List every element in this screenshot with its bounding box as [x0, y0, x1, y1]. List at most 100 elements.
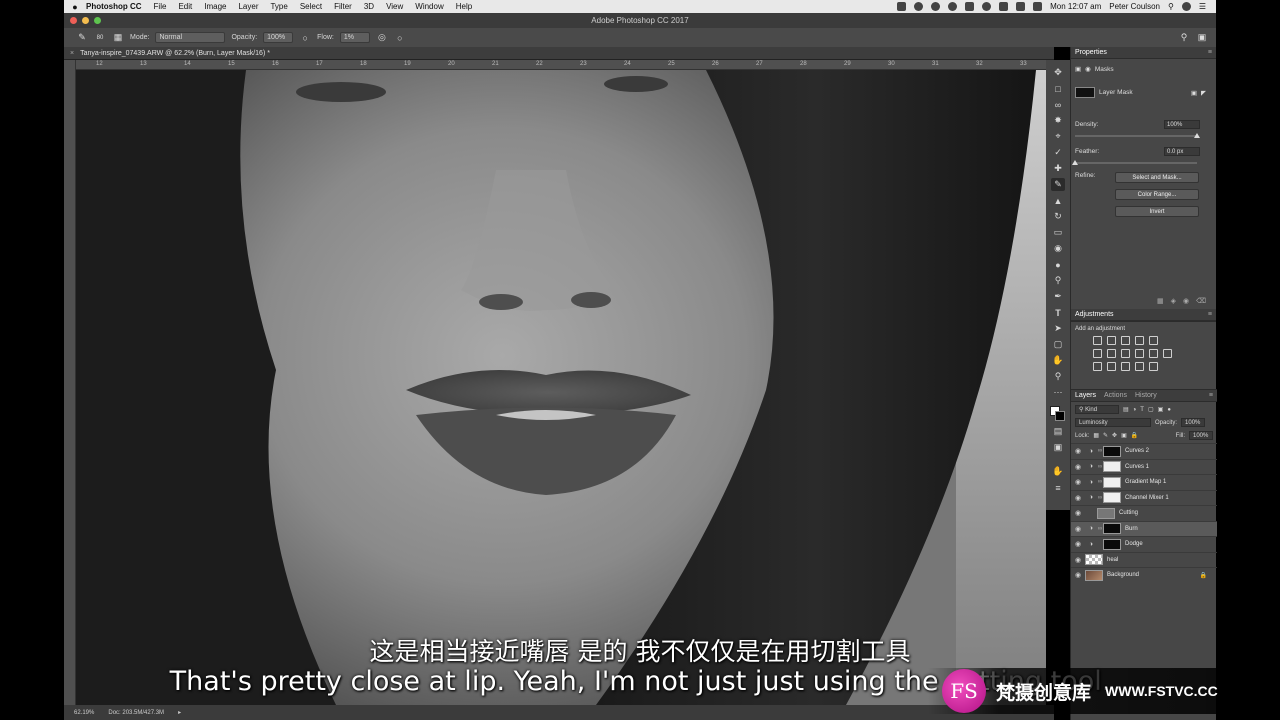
density-slider-knob[interactable] [1194, 133, 1200, 138]
brush-tool-preset-icon[interactable]: ✎ [76, 32, 88, 44]
menu-type[interactable]: Type [270, 2, 287, 11]
lasso-tool-icon[interactable]: ∞ [1051, 98, 1065, 111]
menu-select[interactable]: Select [300, 2, 322, 11]
layer-mask-thumb[interactable] [1103, 445, 1121, 457]
paint-bucket-tool-icon[interactable]: ◉ [1051, 242, 1065, 255]
airbrush-icon[interactable]: ◎ [376, 32, 388, 44]
lock-artboard-icon[interactable]: ▣ [1121, 432, 1127, 439]
visibility-eye-icon[interactable]: ◉ [1071, 494, 1085, 502]
history-brush-tool-icon[interactable]: ↻ [1051, 210, 1065, 223]
ruler-horizontal[interactable]: 12 13 14 15 16 17 18 19 20 21 22 23 24 2… [76, 60, 1046, 70]
menu-layer[interactable]: Layer [238, 2, 258, 11]
filter-pixel-icon[interactable]: ▤ [1123, 406, 1129, 413]
apple-menu-icon[interactable]: ● [64, 2, 86, 12]
layer-mask-thumbnail[interactable] [1075, 87, 1095, 98]
close-window-button[interactable] [70, 17, 77, 24]
layer-thumb[interactable] [1085, 569, 1103, 581]
filter-shape-icon[interactable]: ▢ [1148, 406, 1154, 413]
menu-3d[interactable]: 3D [364, 2, 374, 11]
filter-adjustment-icon[interactable]: ◑ [1133, 407, 1137, 413]
filter-toggle-icon[interactable]: ● [1167, 407, 1171, 413]
search-icon[interactable]: ⚲ [1178, 32, 1190, 44]
visibility-eye-icon[interactable]: ◉ [1071, 509, 1085, 517]
gradient-map-icon[interactable] [1135, 362, 1144, 371]
lock-position-icon[interactable]: ✥ [1112, 432, 1117, 439]
disable-mask-icon[interactable]: ◉ [1183, 297, 1189, 305]
menu-edit[interactable]: Edit [178, 2, 192, 11]
crop-tool-icon[interactable]: ⌖ [1051, 130, 1065, 143]
invert-adj-icon[interactable] [1093, 362, 1102, 371]
black-white-icon[interactable] [1121, 349, 1130, 358]
layer-row-curves-2[interactable]: ◉ ◑ ∞ Curves 2 [1071, 443, 1217, 459]
sliders-panel-icon[interactable]: ≡ [1051, 481, 1065, 494]
adjustments-menu-icon[interactable]: ≡ [1208, 311, 1212, 318]
zoom-window-button[interactable] [94, 17, 101, 24]
ruler-vertical[interactable] [64, 60, 76, 705]
vector-mask-icon[interactable]: ◉ [1085, 65, 1091, 73]
layer-mask-thumb[interactable] [1103, 476, 1121, 488]
delete-mask-icon[interactable]: ⌫ [1196, 297, 1206, 305]
lock-image-icon[interactable]: ✎ [1103, 432, 1108, 439]
menu-window[interactable]: Window [415, 2, 443, 11]
exposure-icon[interactable] [1135, 336, 1144, 345]
status-menu-chevron-icon[interactable]: ▸ [178, 709, 181, 716]
lock-icon[interactable]: 🔒 [1200, 572, 1207, 579]
lock-all-icon[interactable]: 🔒 [1131, 432, 1138, 439]
brush-panel-toggle-icon[interactable]: ▦ [112, 32, 124, 44]
properties-menu-icon[interactable]: ≡ [1208, 49, 1212, 56]
adjustments-tab[interactable]: Adjustments [1075, 311, 1114, 318]
pen-tool-icon[interactable]: ✒ [1051, 290, 1065, 303]
filter-smart-icon[interactable]: ▣ [1158, 406, 1164, 413]
curves-icon[interactable] [1121, 336, 1130, 345]
visibility-eye-icon[interactable]: ◉ [1071, 447, 1085, 455]
selective-color-icon[interactable] [1149, 362, 1158, 371]
eyedropper-tool-icon[interactable]: ✓ [1051, 146, 1065, 159]
healing-brush-tool-icon[interactable]: ✚ [1051, 162, 1065, 175]
apply-mask-icon[interactable]: ◈ [1171, 297, 1176, 305]
visibility-eye-icon[interactable]: ◉ [1071, 525, 1085, 533]
menu-help[interactable]: Help [456, 2, 472, 11]
clock[interactable]: Mon 12:07 am [1050, 2, 1101, 11]
tab-history[interactable]: History [1135, 392, 1157, 399]
channel-mixer-icon[interactable] [1149, 349, 1158, 358]
workspace-switcher-icon[interactable]: ▣ [1196, 32, 1208, 44]
sync-icon[interactable] [931, 2, 941, 11]
visibility-eye-icon[interactable]: ◉ [1071, 478, 1085, 486]
siri-icon[interactable] [1181, 2, 1191, 11]
dodge-tool-icon[interactable]: ⚲ [1051, 274, 1065, 287]
minimize-window-button[interactable] [82, 17, 89, 24]
app-menu[interactable]: Photoshop CC [86, 2, 142, 11]
layer-row-cutting[interactable]: ◉ Cutting [1071, 505, 1217, 521]
battery-icon[interactable] [1033, 2, 1043, 11]
photo-filter-icon[interactable] [1135, 349, 1144, 358]
blur-tool-icon[interactable]: ● [1051, 258, 1065, 271]
vibrance-icon[interactable] [1149, 336, 1158, 345]
mode-select[interactable]: Normal [155, 32, 226, 43]
tab-layers[interactable]: Layers [1075, 392, 1096, 399]
opacity-field[interactable]: 100% [263, 32, 294, 43]
brush-tool-icon[interactable]: ✎ [1051, 178, 1065, 191]
hand-tool-icon[interactable]: ✋ [1051, 354, 1065, 367]
more-tools-icon[interactable]: ⋯ [1051, 386, 1065, 399]
layer-row-background[interactable]: ◉ Background 🔒 [1071, 567, 1217, 583]
color-balance-icon[interactable] [1107, 349, 1116, 358]
pixel-mask-icon[interactable]: ▣ [1075, 65, 1081, 73]
layer-row-heal[interactable]: ◉ heal [1071, 551, 1217, 568]
zoom-readout[interactable]: 62.19% [74, 710, 94, 716]
visibility-eye-icon[interactable]: ◉ [1071, 463, 1085, 471]
pressure-size-icon[interactable]: ○ [394, 32, 406, 44]
lock-transparent-icon[interactable]: ▦ [1093, 432, 1099, 439]
eraser-tool-icon[interactable]: ▭ [1051, 226, 1065, 239]
density-field[interactable]: 100% [1164, 120, 1200, 129]
plugin-panel-icon[interactable]: ✋ [1051, 465, 1065, 478]
layer-row-burn[interactable]: ◉ ◑ ∞ Burn [1071, 520, 1217, 536]
bluetooth-icon[interactable] [965, 2, 975, 11]
select-and-mask-button[interactable]: Select and Mask... [1115, 172, 1199, 183]
threshold-icon[interactable] [1121, 362, 1130, 371]
invert-button[interactable]: Invert [1115, 206, 1199, 217]
levels-icon[interactable] [1107, 336, 1116, 345]
pressure-opacity-icon[interactable]: ○ [299, 32, 311, 44]
layer-mask-thumb[interactable] [1103, 538, 1121, 550]
flow-field[interactable]: 1% [339, 32, 370, 43]
time-machine-icon[interactable] [948, 2, 958, 11]
